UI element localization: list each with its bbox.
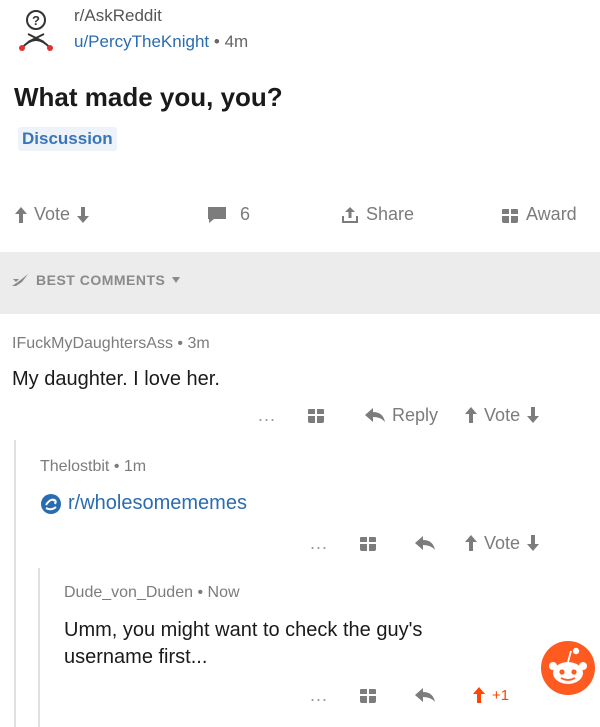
reply-icon: [364, 407, 386, 423]
vote-label: Vote: [484, 532, 521, 553]
subreddit-link-icon: [40, 493, 62, 515]
comment-actions: ... Reply Vote: [258, 400, 540, 430]
post-author[interactable]: u/PercyTheKnight: [74, 32, 209, 51]
reply-icon[interactable]: [414, 687, 436, 703]
award-icon: [500, 205, 520, 225]
comment-author[interactable]: Dude_von_Duden: [64, 584, 193, 601]
post-action-bar: Vote 6 Share Award: [0, 196, 600, 240]
comment-actions: ... +1: [310, 680, 509, 710]
comment-icon: [206, 205, 228, 225]
sort-dropdown[interactable]: BEST COMMENTS: [10, 272, 181, 288]
meta-separator: •: [197, 584, 204, 601]
meta-separator: •: [213, 32, 220, 51]
thread-line[interactable]: [14, 440, 16, 727]
reply-label: Reply: [392, 404, 439, 425]
award-icon[interactable]: [306, 405, 326, 425]
share-button[interactable]: Share: [340, 204, 414, 225]
comments-button[interactable]: 6: [206, 204, 250, 225]
upvote-icon[interactable]: [464, 534, 478, 552]
share-label: Share: [366, 204, 415, 224]
post-title: What made you, you?: [14, 82, 283, 112]
comment-meta: IFuckMyDaughtersAss • 3m: [12, 335, 210, 353]
svg-text:?: ?: [32, 13, 40, 28]
upvote-icon[interactable]: [464, 406, 478, 424]
comment-vote-control: Vote: [464, 533, 540, 554]
downvote-icon[interactable]: [76, 206, 90, 224]
comment-age: Now: [207, 584, 240, 601]
meta-separator: •: [113, 458, 120, 475]
more-options-button[interactable]: ...: [310, 533, 328, 554]
vote-label: Vote: [34, 204, 71, 224]
sort-label: BEST COMMENTS: [36, 272, 166, 288]
upvote-active-icon[interactable]: [472, 686, 486, 704]
award-button[interactable]: Award: [500, 204, 577, 225]
rocket-icon: [10, 272, 30, 288]
subreddit-icon[interactable]: ?: [14, 8, 60, 54]
comment-meta: Dude_von_Duden • Now: [64, 584, 240, 602]
thread-line[interactable]: [38, 568, 40, 727]
post-author-line: u/PercyTheKnight • 4m: [74, 32, 248, 52]
reddit-snoo-icon: [540, 640, 596, 696]
comment-count: 6: [240, 204, 251, 224]
post-vote-control: Vote: [14, 204, 90, 225]
more-options-button[interactable]: ...: [258, 405, 276, 426]
comment-age: 3m: [187, 335, 210, 352]
comment-body: Umm, you might want to check the guy's u…: [64, 619, 423, 668]
subreddit-link-text: r/wholesomememes: [68, 492, 247, 514]
vote-label: Vote: [484, 404, 521, 425]
reply-icon[interactable]: [414, 535, 436, 551]
meta-separator: •: [177, 335, 183, 352]
comment-actions: ... Vote: [310, 528, 540, 558]
more-options-button[interactable]: ...: [310, 685, 328, 706]
comment-meta: Thelostbit • 1m: [40, 458, 146, 476]
reply-button[interactable]: Reply: [364, 405, 438, 426]
vote-score: +1: [492, 686, 510, 704]
award-icon[interactable]: [358, 533, 378, 553]
subreddit-link[interactable]: r/wholesomememes: [40, 492, 247, 515]
comment-author[interactable]: IFuckMyDaughtersAss: [12, 335, 173, 352]
upvote-icon[interactable]: [14, 206, 28, 224]
award-icon[interactable]: [358, 685, 378, 705]
comment-vote-control: +1: [472, 686, 509, 704]
comment-author[interactable]: Thelostbit: [40, 458, 109, 475]
downvote-icon[interactable]: [526, 406, 540, 424]
comment-age: 1m: [123, 458, 147, 475]
award-label: Award: [526, 204, 577, 224]
comment-vote-control: Vote: [464, 405, 540, 426]
subreddit-name[interactable]: r/AskReddit: [74, 6, 162, 26]
post-age: 4m: [224, 32, 249, 51]
downvote-icon[interactable]: [526, 534, 540, 552]
comment-body: My daughter. I love her.: [12, 368, 220, 390]
share-icon: [340, 205, 360, 225]
chevron-down-icon: [171, 276, 181, 284]
post-header: ? r/AskReddit u/PercyTheKnight • 4m: [0, 0, 600, 62]
post-flair[interactable]: Discussion: [18, 127, 117, 151]
